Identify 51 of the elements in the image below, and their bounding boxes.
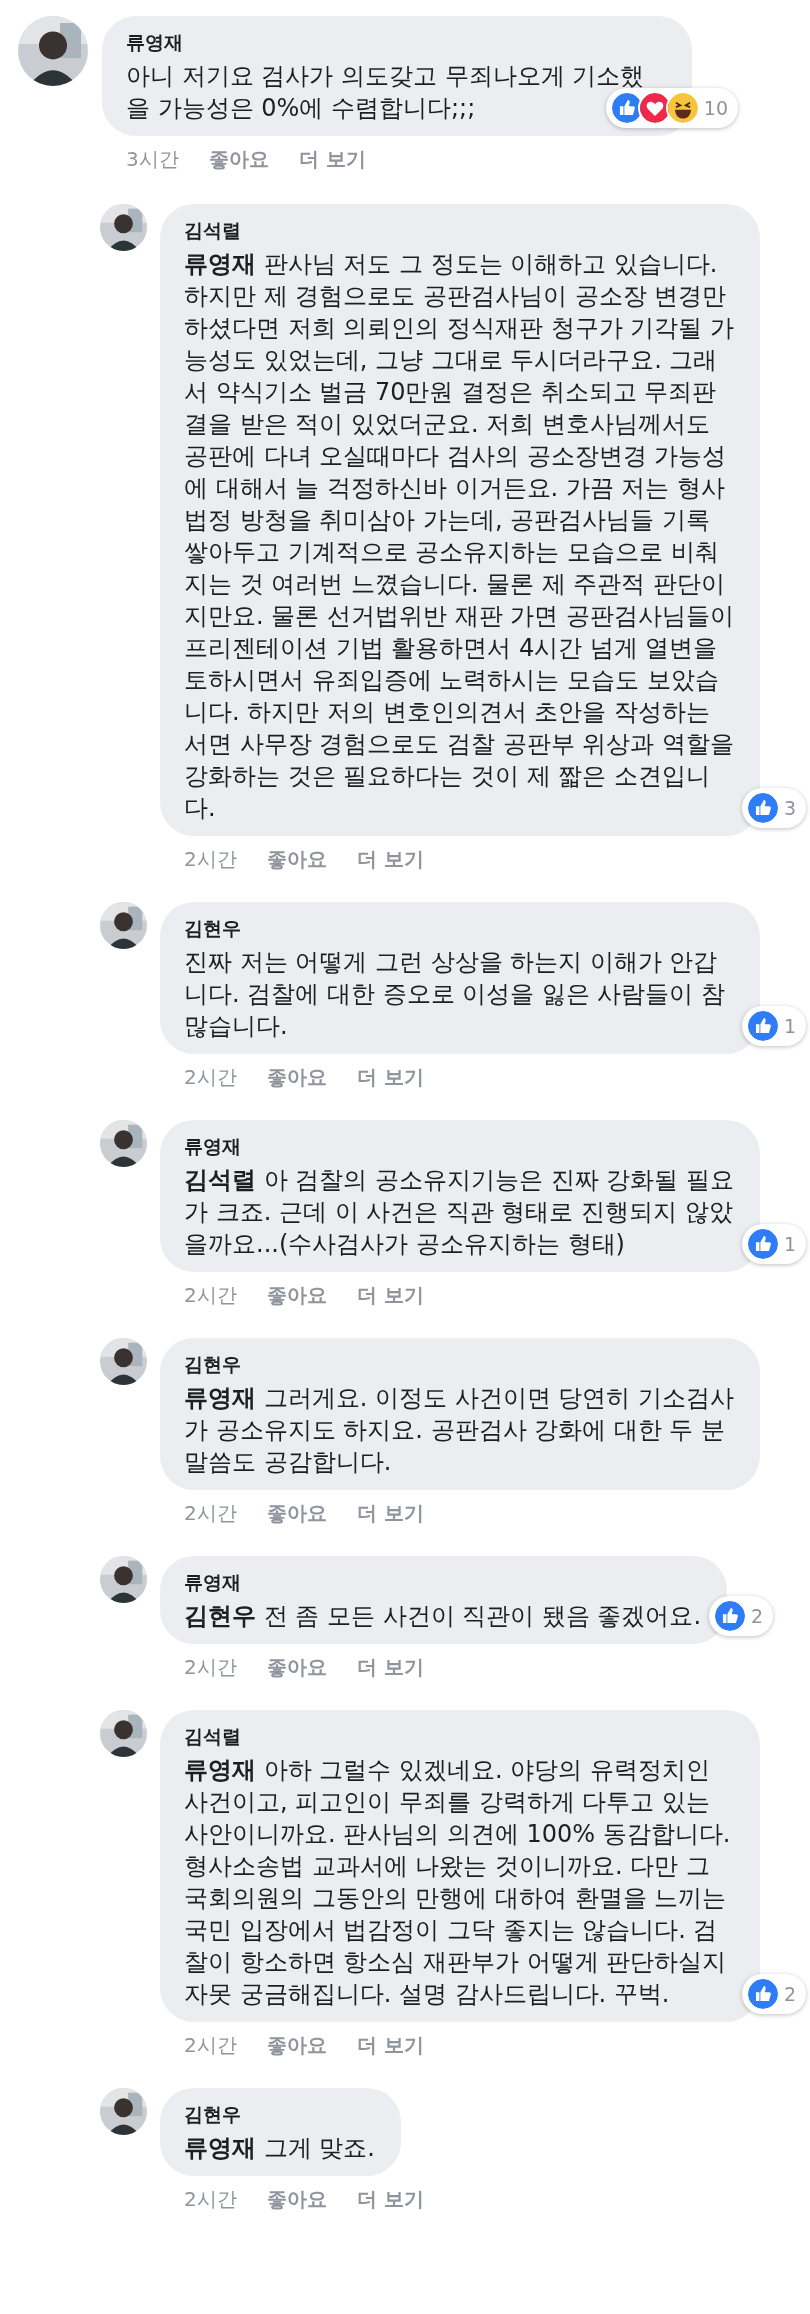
more-link[interactable]: 더 보기 [356, 844, 424, 874]
comment-text: 류영재 그러게요. 이정도 사건이면 당연히 기소검사가 공소유지도 하지요. 공판검사 강화에 대한 두 분 말씀도 공감합니다. [184, 1383, 734, 1478]
more-link[interactable]: 더 보기 [356, 2184, 424, 2214]
author-name[interactable]: 김석렬 [184, 216, 734, 244]
comment-text: 류영재 아하 그럴수 있겠네요. 야당의 유력정치인 사건이고, 피고인이 무죄를 강력하게 다투고 있는 사안이니까요. 판사님의 의견에 100% 동감합니다. 형사소송법 교과서에 나왔는 것이니까요. 다만 그 국회의원의 그동안의 만행에 대하여 환멸을 느끼는 국민 입장에서 법감정이 그닥 좋지는 않습니다. 검찰이 항소하면 항소심 재판부가 어떻게 판단하실지 자못 궁금해집니다. 설명 감사드립니다. 꾸벅. [184, 1755, 732, 2010]
like-link[interactable]: 좋아요 [266, 1498, 327, 1528]
time-label: 3시간 [126, 146, 179, 173]
reaction-badge[interactable]: 2 [708, 1596, 774, 1636]
time-label: 2시간 [184, 1064, 237, 1091]
reaction-count: 1 [783, 1231, 796, 1257]
reaction-count: 1 [783, 1013, 796, 1039]
comment-text: 류영재 그게 맞죠. [184, 2133, 375, 2164]
like-link[interactable]: 좋아요 [266, 1280, 327, 1310]
time-label: 2시간 [184, 1282, 237, 1309]
author-name[interactable]: 김석렬 [184, 1722, 734, 1750]
more-link[interactable]: 더 보기 [356, 1498, 424, 1528]
like-link[interactable]: 좋아요 [208, 144, 269, 174]
time-label: 2시간 [184, 846, 237, 873]
like-link[interactable]: 좋아요 [266, 2184, 327, 2214]
more-link[interactable]: 더 보기 [356, 2030, 424, 2060]
comment-text: 김석렬 아 검찰의 공소유지기능은 진짜 강화될 필요가 크죠. 근데 이 사건은 직관 형태로 진행되지 않았을까요...(수사검사가 공소유지하는 형태) [184, 1165, 734, 1260]
author-name[interactable]: 김현우 [184, 914, 734, 942]
author-name[interactable]: 류영재 [184, 1132, 734, 1160]
reaction-badge[interactable]: 1 [741, 1006, 806, 1046]
author-name[interactable]: 김현우 [184, 2100, 375, 2128]
reaction-badge[interactable]: 3 [741, 788, 806, 828]
reaction-count: 10 [703, 95, 728, 121]
more-link[interactable]: 더 보기 [356, 1062, 424, 1092]
time-label: 2시간 [184, 2186, 237, 2213]
comment-text: 류영재 판사님 저도 그 정도는 이해하고 있습니다. 하지만 제 경험으로도 공판검사님이 공소장 변경만 하셨다면 저희 의뢰인의 정식재판 청구가 기각될 가능성도 있었는데, 그냥 그대로 두시더라구요. 그래서 약식기소 벌금 70만원 결정은 취소되고 무죄판결을 받은 적이 있었더군요. 저희 변호사님께서도 공판에 다녀 오실때마다 검사의 공소장변경 가능성에 대해서 늘 걱정하신바 이거든요. 가끔 저는 형사법정 방청을 취미삼아 가는데, 공판검사님들 기록 쌓아두고 기계적으로 공소유지하는 모습으로 비춰지는 것 여러번 느꼈습니다. 물론 제 주관적 판단이지만요. 물론 선거법위반 재판 가면 공판검사님들이 프리젠테이션 기법 활용하면서 4시간 넘게 열변을 토하시면서 유죄입증에 노력하시는 모습도 보았습니다. 하지만 저의 변호인의견서 초안을 작성하는 서면 사무장 경험으로도 검찰 공판부 위상과 역할을 강화하는 것은 필요하다는 것이 제 짧은 소견입니다. [184, 249, 734, 824]
like-link[interactable]: 좋아요 [266, 1652, 327, 1682]
reaction-count: 2 [783, 1981, 796, 2007]
reaction-count: 2 [750, 1603, 764, 1629]
author-name[interactable]: 류영재 [126, 28, 648, 56]
more-link[interactable]: 더 보기 [356, 1652, 424, 1682]
time-label: 2시간 [184, 1500, 237, 1527]
reaction-badge[interactable]: 2 [741, 1974, 806, 2014]
like-link[interactable]: 좋아요 [266, 2030, 327, 2060]
time-label: 2시간 [184, 1654, 237, 1681]
reaction-count: 3 [783, 795, 796, 821]
like-link[interactable]: 좋아요 [266, 1062, 327, 1092]
author-name[interactable]: 류영재 [184, 1568, 702, 1596]
comment-text: 김현우 전 좀 모든 사건이 직관이 됐음 좋겠어요. [184, 1601, 702, 1632]
more-link[interactable]: 더 보기 [298, 144, 366, 174]
like-link[interactable]: 좋아요 [266, 844, 327, 874]
time-label: 2시간 [184, 2032, 237, 2059]
reaction-badge[interactable]: 1 [741, 1224, 806, 1264]
author-name[interactable]: 김현우 [184, 1350, 734, 1378]
comment-text: 진짜 저는 어떻게 그런 상상을 하는지 이해가 안갑니다. 검찰에 대한 증오로 이성을 잃은 사람들이 참 많습니다. [184, 947, 727, 1042]
reaction-badge[interactable]: 10 [605, 88, 738, 128]
more-link[interactable]: 더 보기 [356, 1280, 424, 1310]
